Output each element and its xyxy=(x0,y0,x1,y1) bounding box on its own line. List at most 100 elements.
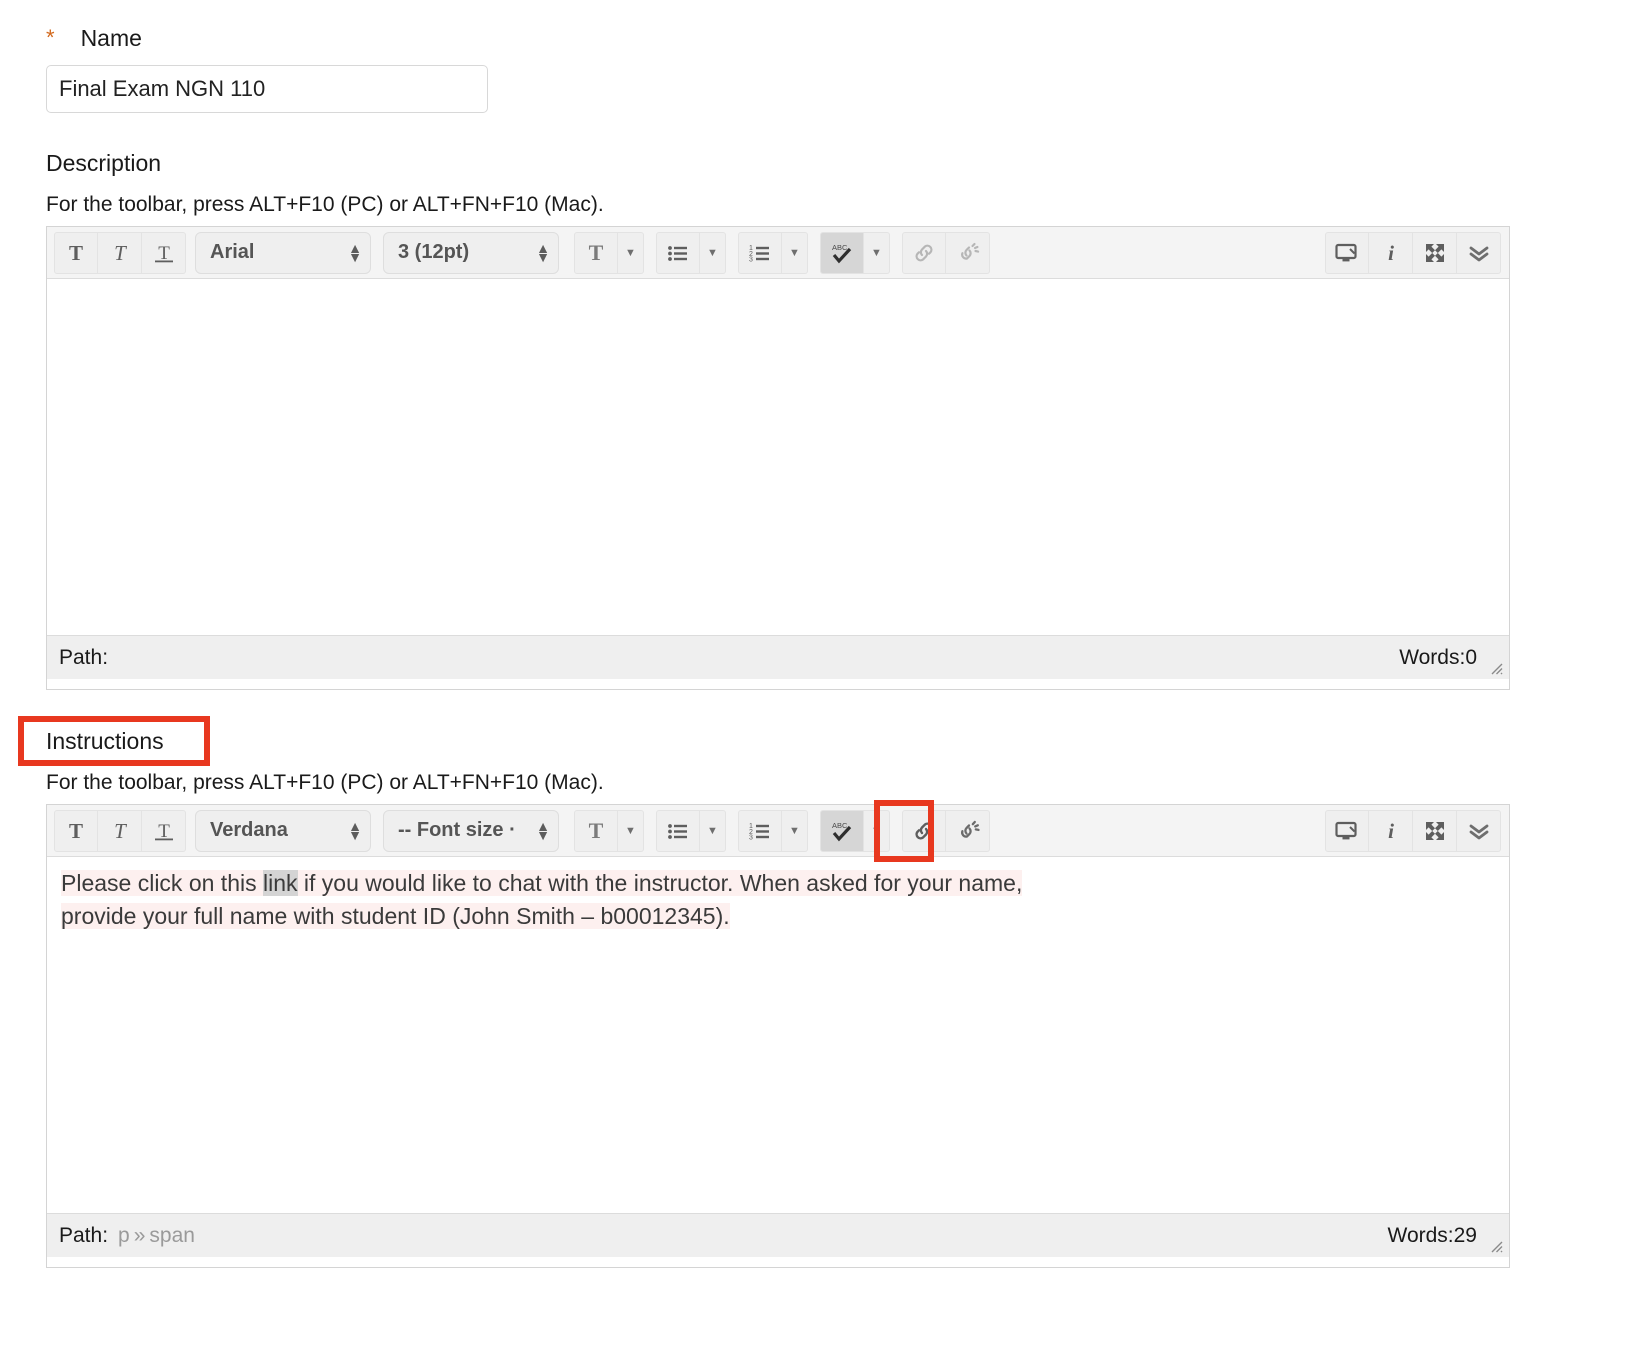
instructions-statusbar: Path: p » span Words:29 xyxy=(47,1213,1509,1257)
svg-text:T: T xyxy=(589,241,604,265)
instructions-numbered-group: 1 2 3 ▼ xyxy=(738,809,808,852)
resize-handle[interactable] xyxy=(1487,659,1503,675)
instructions-editor: T T T Verdana ▲ ▼ -- Font size · ▲ ▼ T ▼… xyxy=(46,804,1510,1268)
chevron-updown-icon: ▲ ▼ xyxy=(348,239,362,265)
description-toolbar: T T T Arial ▲ ▼ 3 (12pt) ▲ ▼ T ▼ ▼ 1 2 3… xyxy=(47,227,1509,279)
instructions-text-part-2: if you would like to chat with the instr… xyxy=(297,870,1023,896)
info-button[interactable]: i xyxy=(1369,809,1413,852)
instructions-link-word[interactable]: link xyxy=(262,870,298,896)
spellcheck-dropdown-arrow-icon[interactable]: ▼ xyxy=(864,231,890,274)
text-color-dropdown-arrow-icon[interactable]: ▼ xyxy=(618,809,644,852)
spellcheck-button[interactable]: ABC xyxy=(820,231,864,274)
svg-text:ABC: ABC xyxy=(832,243,848,252)
fullscreen-button[interactable] xyxy=(1413,809,1457,852)
font-size-value: 3 (12pt) xyxy=(398,241,470,263)
font-family-select[interactable]: Verdana ▲ ▼ xyxy=(195,809,371,852)
bullet-list-button[interactable] xyxy=(656,809,700,852)
instructions-text-area[interactable]: Please click on this link if you would l… xyxy=(47,857,1509,1213)
numbered-list-button[interactable]: 1 2 3 xyxy=(738,231,782,274)
resize-handle[interactable] xyxy=(1487,1237,1503,1253)
instructions-toolbar-hint: For the toolbar, press ALT+F10 (PC) or A… xyxy=(46,771,604,794)
description-editor: T T T Arial ▲ ▼ 3 (12pt) ▲ ▼ T ▼ ▼ 1 2 3… xyxy=(46,226,1510,690)
svg-text:T: T xyxy=(114,819,127,843)
description-toolbar-hint: For the toolbar, press ALT+F10 (PC) or A… xyxy=(46,193,604,216)
preview-button[interactable] xyxy=(1325,809,1369,852)
instructions-path-label: Path: xyxy=(59,1223,109,1247)
chevron-updown-icon: ▲ ▼ xyxy=(536,817,550,843)
instructions-label: Instructions xyxy=(46,728,164,754)
numbered-list-dropdown-arrow-icon[interactable]: ▼ xyxy=(782,231,808,274)
instructions-bullet-group: ▼ xyxy=(656,809,726,852)
insert-link-button[interactable] xyxy=(902,231,946,274)
svg-text:3: 3 xyxy=(749,256,753,263)
instructions-toolbar-right-group: i xyxy=(1325,809,1505,852)
svg-text:ABC: ABC xyxy=(832,821,848,830)
svg-text:T: T xyxy=(69,241,83,265)
underline-button[interactable]: T xyxy=(142,231,186,274)
italic-button[interactable]: T xyxy=(98,231,142,274)
svg-text:i: i xyxy=(1388,819,1394,843)
instructions-color-group: T ▼ xyxy=(574,809,644,852)
required-asterisk-icon: * xyxy=(46,25,55,50)
more-toolbars-chevron-down-icon[interactable] xyxy=(1457,809,1501,852)
text-color-button[interactable]: T xyxy=(574,231,618,274)
underline-button[interactable]: T xyxy=(142,809,186,852)
name-field-label-row: * Name xyxy=(46,22,142,54)
instructions-text-style-group: T T T xyxy=(54,809,186,852)
font-family-value: Arial xyxy=(210,241,255,263)
insert-link-button[interactable] xyxy=(902,809,946,852)
description-text-area[interactable] xyxy=(47,279,1509,635)
text-color-button[interactable]: T xyxy=(574,809,618,852)
font-size-select[interactable]: -- Font size · ▲ ▼ xyxy=(383,809,559,852)
description-link-group xyxy=(902,231,990,274)
form-page: * Name Description For the toolbar, pres… xyxy=(0,0,1626,1364)
name-input[interactable] xyxy=(46,65,488,113)
description-numbered-group: 1 2 3 ▼ xyxy=(738,231,808,274)
description-path-label: Path: xyxy=(59,645,109,669)
chevron-updown-icon: ▲ ▼ xyxy=(536,239,550,265)
description-color-group: T ▼ xyxy=(574,231,644,274)
instructions-path-p[interactable]: p xyxy=(116,1224,132,1248)
svg-text:i: i xyxy=(1388,241,1394,265)
font-family-select[interactable]: Arial ▲ ▼ xyxy=(195,231,371,274)
bullet-list-button[interactable] xyxy=(656,231,700,274)
bullet-list-dropdown-arrow-icon[interactable]: ▼ xyxy=(700,809,726,852)
numbered-list-dropdown-arrow-icon[interactable]: ▼ xyxy=(782,809,808,852)
remove-link-button[interactable] xyxy=(946,809,990,852)
more-toolbars-chevron-down-icon[interactable] xyxy=(1457,231,1501,274)
instructions-toolbar: T T T Verdana ▲ ▼ -- Font size · ▲ ▼ T ▼… xyxy=(47,805,1509,857)
instructions-spellcheck-group: ABC ▼ xyxy=(820,809,890,852)
instructions-word-count: Words:29 xyxy=(1387,1223,1478,1247)
name-label: Name xyxy=(80,24,142,51)
spellcheck-button[interactable]: ABC xyxy=(820,809,864,852)
font-size-select[interactable]: 3 (12pt) ▲ ▼ xyxy=(383,231,559,274)
text-color-dropdown-arrow-icon[interactable]: ▼ xyxy=(618,231,644,274)
svg-text:T: T xyxy=(69,819,83,843)
numbered-list-button[interactable]: 1 2 3 xyxy=(738,809,782,852)
info-button[interactable]: i xyxy=(1369,231,1413,274)
description-word-count: Words:0 xyxy=(1399,645,1477,669)
instructions-link-group xyxy=(902,809,990,852)
bold-button[interactable]: T xyxy=(54,809,98,852)
instructions-path-separator: » xyxy=(133,1223,146,1247)
svg-text:3: 3 xyxy=(749,834,753,841)
description-statusbar: Path: Words:0 xyxy=(47,635,1509,679)
description-spellcheck-group: ABC ▼ xyxy=(820,231,890,274)
remove-link-button[interactable] xyxy=(946,231,990,274)
instructions-text-line-2: provide your full name with student ID (… xyxy=(61,902,730,929)
instructions-path-span[interactable]: span xyxy=(147,1224,197,1248)
bullet-list-dropdown-arrow-icon[interactable]: ▼ xyxy=(700,231,726,274)
fullscreen-button[interactable] xyxy=(1413,231,1457,274)
instructions-text-part-1: Please click on this xyxy=(61,870,263,896)
preview-button[interactable] xyxy=(1325,231,1369,274)
bold-button[interactable]: T xyxy=(54,231,98,274)
description-toolbar-right-group: i xyxy=(1325,231,1505,274)
description-label: Description xyxy=(46,150,162,176)
svg-text:T: T xyxy=(589,819,604,843)
description-text-style-group: T T T xyxy=(54,231,186,274)
spellcheck-dropdown-arrow-icon[interactable]: ▼ xyxy=(864,809,890,852)
italic-button[interactable]: T xyxy=(98,809,142,852)
font-size-value: -- Font size · xyxy=(398,819,516,841)
description-bullet-group: ▼ xyxy=(656,231,726,274)
font-family-value: Verdana xyxy=(210,819,288,841)
